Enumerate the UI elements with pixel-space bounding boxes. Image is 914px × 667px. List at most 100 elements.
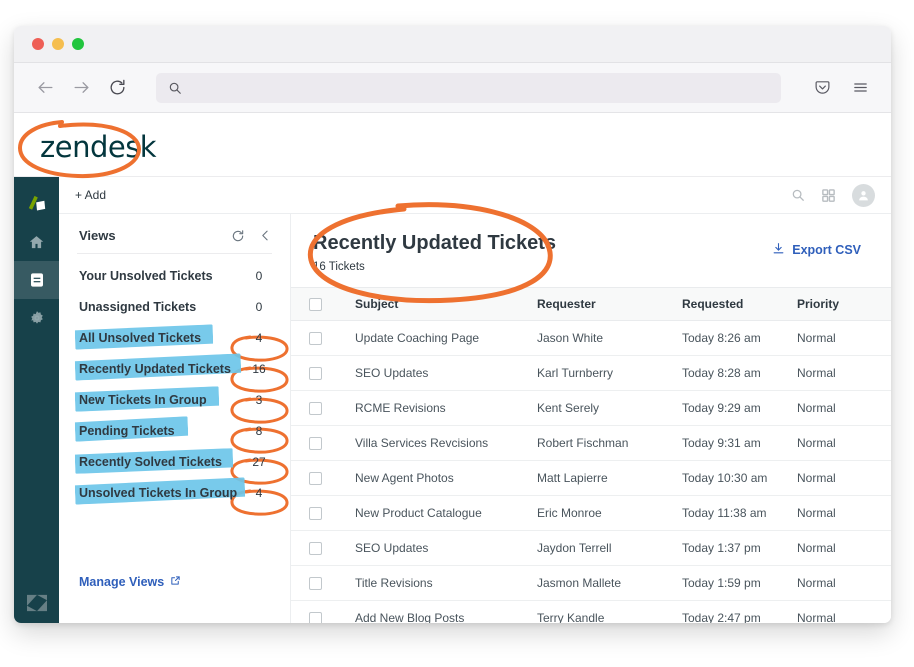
apps-grid-icon[interactable] bbox=[821, 188, 836, 203]
cell-requested: Today 8:28 am bbox=[682, 356, 797, 391]
reload-icon[interactable] bbox=[104, 75, 130, 101]
select-all-checkbox[interactable] bbox=[309, 298, 322, 311]
cell-requester: Jaydon Terrell bbox=[537, 531, 682, 566]
sidebar-item-count: 27 bbox=[246, 455, 272, 469]
sidebar-item-views[interactable] bbox=[14, 261, 59, 299]
refresh-icon[interactable] bbox=[231, 229, 245, 243]
app-right-pane: + Add Views bbox=[59, 177, 891, 623]
cell-requested: Today 10:30 am bbox=[682, 461, 797, 496]
app-top-bar: + Add bbox=[59, 177, 891, 214]
ticket-count: 16 Tickets bbox=[313, 261, 556, 273]
sidebar-item-view[interactable]: Recently Updated Tickets16 bbox=[59, 353, 290, 384]
sidebar-item-view[interactable]: Unassigned Tickets0 bbox=[59, 291, 290, 322]
row-checkbox[interactable] bbox=[309, 437, 322, 450]
sidebar-item-admin[interactable] bbox=[14, 299, 59, 337]
minimize-window-button[interactable] bbox=[52, 38, 64, 50]
cell-subject: RCME Revisions bbox=[355, 391, 537, 426]
cell-priority: Normal bbox=[797, 391, 891, 426]
cell-subject: New Product Catalogue bbox=[355, 496, 537, 531]
sidebar-item-label: Your Unsolved Tickets bbox=[79, 269, 213, 283]
row-checkbox[interactable] bbox=[309, 332, 322, 345]
views-header: Views bbox=[59, 214, 290, 253]
cell-requester: Jason White bbox=[537, 321, 682, 356]
row-checkbox[interactable] bbox=[309, 472, 322, 485]
search-icon[interactable] bbox=[791, 188, 805, 202]
row-select-cell bbox=[291, 356, 355, 391]
table-header-row: Subject Requester Requested Priority bbox=[291, 288, 891, 321]
row-select-cell bbox=[291, 461, 355, 496]
cell-subject: Villa Services Revcisions bbox=[355, 426, 537, 461]
views-list: Your Unsolved Tickets0Unassigned Tickets… bbox=[59, 254, 290, 508]
table-row[interactable]: SEO UpdatesKarl TurnberryToday 8:28 amNo… bbox=[291, 356, 891, 391]
manage-views-link[interactable]: Manage Views bbox=[79, 575, 181, 589]
tickets-title-block: Recently Updated Tickets 16 Tickets bbox=[313, 232, 556, 273]
address-input[interactable] bbox=[192, 80, 769, 96]
row-checkbox[interactable] bbox=[309, 542, 322, 555]
views-title: Views bbox=[79, 228, 217, 243]
sidebar-item-view[interactable]: Pending Tickets8 bbox=[59, 415, 290, 446]
chevron-left-icon[interactable] bbox=[259, 229, 272, 242]
maximize-window-button[interactable] bbox=[72, 38, 84, 50]
cell-requested: Today 9:31 am bbox=[682, 426, 797, 461]
sidebar-item-products[interactable] bbox=[14, 185, 59, 223]
table-row[interactable]: Add New Blog PostsTerry KandleToday 2:47… bbox=[291, 601, 891, 624]
cell-subject: SEO Updates bbox=[355, 356, 537, 391]
cell-requested: Today 1:59 pm bbox=[682, 566, 797, 601]
table-row[interactable]: New Agent PhotosMatt LapierreToday 10:30… bbox=[291, 461, 891, 496]
cell-requester: Terry Kandle bbox=[537, 601, 682, 624]
cell-priority: Normal bbox=[797, 356, 891, 391]
close-window-button[interactable] bbox=[32, 38, 44, 50]
back-arrow-icon[interactable] bbox=[32, 75, 58, 101]
row-checkbox[interactable] bbox=[309, 612, 322, 624]
forward-arrow-icon[interactable] bbox=[68, 75, 94, 101]
cell-requested: Today 8:26 am bbox=[682, 321, 797, 356]
column-priority[interactable]: Priority bbox=[797, 288, 891, 321]
tickets-table-head: Subject Requester Requested Priority bbox=[291, 288, 891, 321]
sidebar-item-view[interactable]: All Unsolved Tickets4 bbox=[59, 322, 290, 353]
table-row[interactable]: RCME RevisionsKent SerelyToday 9:29 amNo… bbox=[291, 391, 891, 426]
table-row[interactable]: Update Coaching PageJason WhiteToday 8:2… bbox=[291, 321, 891, 356]
row-select-cell bbox=[291, 531, 355, 566]
row-checkbox[interactable] bbox=[309, 367, 322, 380]
add-button[interactable]: + Add bbox=[75, 188, 106, 202]
row-select-cell bbox=[291, 426, 355, 461]
sidebar-item-home[interactable] bbox=[14, 223, 59, 261]
pocket-icon[interactable] bbox=[809, 75, 835, 101]
sidebar-item-view[interactable]: Recently Solved Tickets27 bbox=[59, 446, 290, 477]
cell-requester: Jasmon Mallete bbox=[537, 566, 682, 601]
row-checkbox[interactable] bbox=[309, 402, 322, 415]
table-row[interactable]: Villa Services RevcisionsRobert Fischman… bbox=[291, 426, 891, 461]
sidebar-item-count: 8 bbox=[246, 424, 272, 438]
cell-priority: Normal bbox=[797, 531, 891, 566]
cell-priority: Normal bbox=[797, 426, 891, 461]
cell-requester: Karl Turnberry bbox=[537, 356, 682, 391]
sidebar-item-count: 4 bbox=[246, 486, 272, 500]
row-checkbox[interactable] bbox=[309, 507, 322, 520]
address-bar[interactable] bbox=[156, 73, 781, 103]
column-requester[interactable]: Requester bbox=[537, 288, 682, 321]
sidebar-item-view[interactable]: New Tickets In Group3 bbox=[59, 384, 290, 415]
sidebar-item-label: Unassigned Tickets bbox=[79, 300, 196, 314]
sidebar-item-view[interactable]: Unsolved Tickets In Group4 bbox=[59, 477, 290, 508]
sidebar-item-label: All Unsolved Tickets bbox=[79, 331, 201, 345]
hamburger-menu-icon[interactable] bbox=[847, 75, 873, 101]
avatar[interactable] bbox=[852, 184, 875, 207]
cell-subject: Update Coaching Page bbox=[355, 321, 537, 356]
table-row[interactable]: New Product CatalogueEric MonroeToday 11… bbox=[291, 496, 891, 531]
cell-requested: Today 2:47 pm bbox=[682, 601, 797, 624]
column-requested[interactable]: Requested bbox=[682, 288, 797, 321]
row-select-cell bbox=[291, 321, 355, 356]
tickets-table: Subject Requester Requested Priority Upd… bbox=[291, 287, 891, 623]
sidebar-item-count: 3 bbox=[246, 393, 272, 407]
table-row[interactable]: SEO UpdatesJaydon TerrellToday 1:37 pmNo… bbox=[291, 531, 891, 566]
cell-requester: Robert Fischman bbox=[537, 426, 682, 461]
row-checkbox[interactable] bbox=[309, 577, 322, 590]
cell-requested: Today 11:38 am bbox=[682, 496, 797, 531]
download-icon bbox=[772, 242, 785, 258]
table-row[interactable]: Title RevisionsJasmon MalleteToday 1:59 … bbox=[291, 566, 891, 601]
column-subject[interactable]: Subject bbox=[355, 288, 537, 321]
export-csv-button[interactable]: Export CSV bbox=[772, 242, 861, 258]
cell-priority: Normal bbox=[797, 566, 891, 601]
sidebar-item-view[interactable]: Your Unsolved Tickets0 bbox=[59, 260, 290, 291]
cell-subject: Add New Blog Posts bbox=[355, 601, 537, 624]
